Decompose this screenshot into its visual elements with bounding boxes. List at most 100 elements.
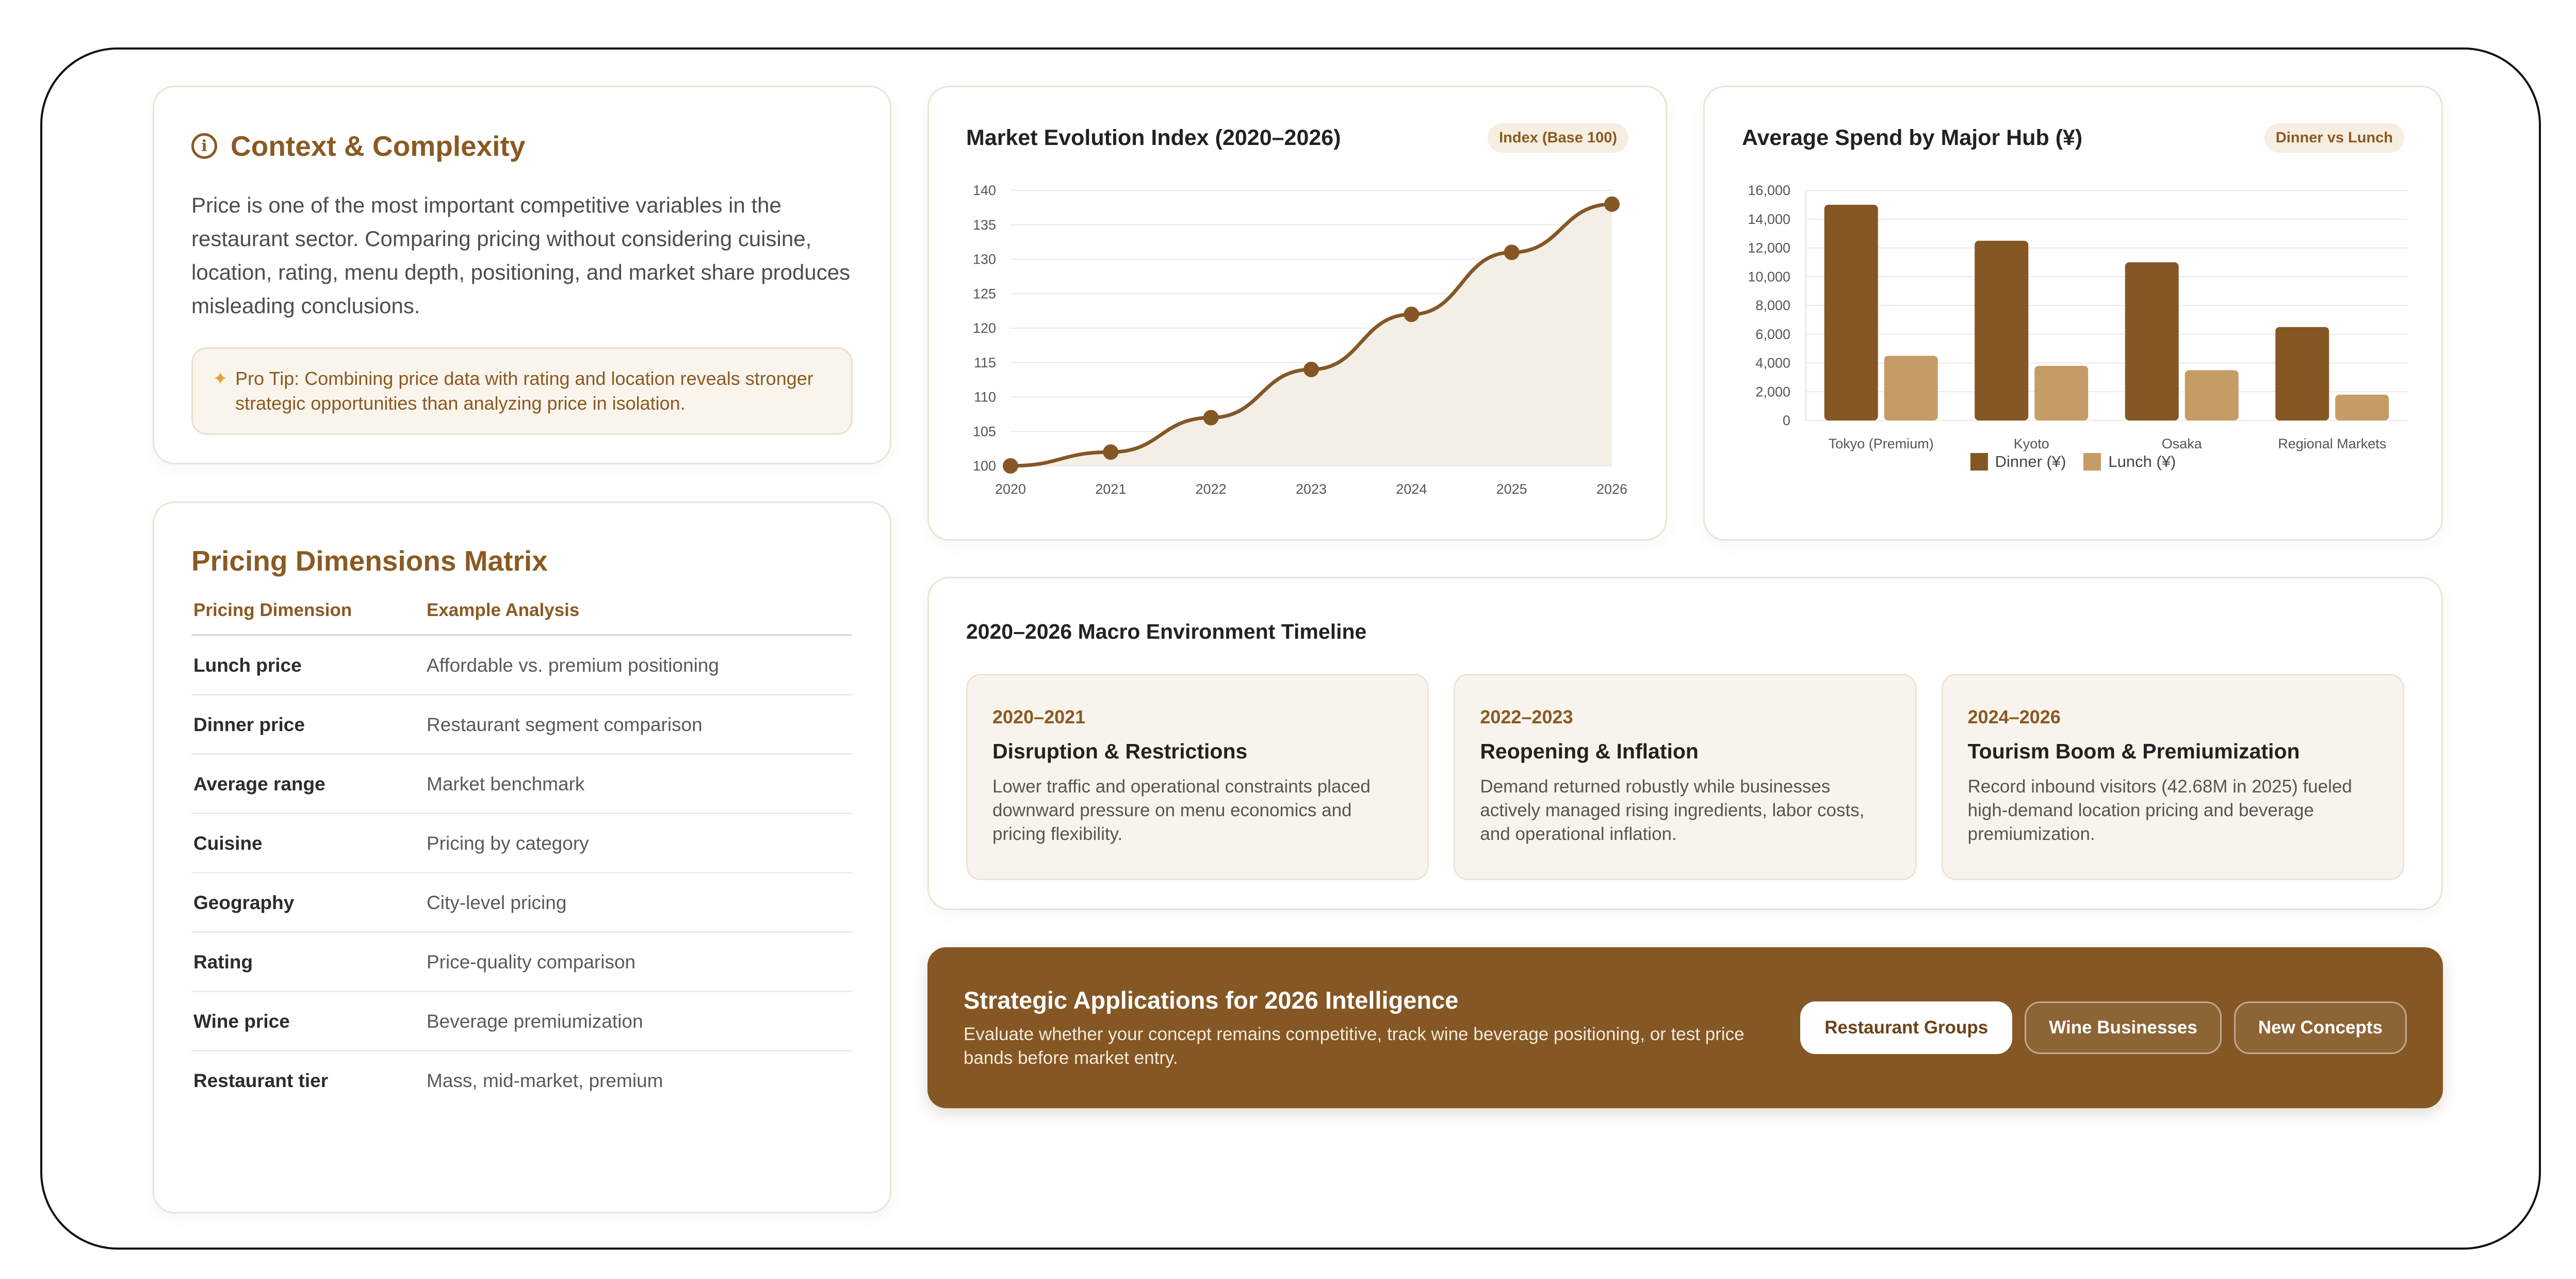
dimension-cell: Lunch price (191, 635, 425, 695)
analysis-cell: Affordable vs. premium positioning (425, 635, 853, 695)
legend-label-dinner: Dinner (¥) (1995, 452, 2066, 471)
restaurant-groups-button[interactable]: Restaurant Groups (1800, 1001, 2013, 1054)
x-tick-label: Kyoto (2014, 436, 2049, 451)
legend-swatch-lunch (2083, 453, 2101, 471)
bar (2184, 370, 2239, 420)
timeline-heading: Tourism Boom & Premiumization (1967, 739, 2300, 763)
timeline-years: 2022–2023 (1480, 706, 1573, 727)
y-tick-label: 130 (973, 252, 996, 267)
bar (2275, 327, 2329, 420)
dimension-cell: Restaurant tier (193, 1070, 329, 1091)
context-card: i Context & Complexity Price is one of t… (153, 86, 891, 464)
bar (2335, 394, 2389, 420)
bar (1975, 240, 2029, 420)
timeline-item: 2022–2023 Reopening & Inflation Demand r… (1454, 674, 1917, 880)
x-tick-label: 2026 (1596, 481, 1627, 497)
wine-businesses-button[interactable]: Wine Businesses (2025, 1001, 2222, 1054)
analysis-cell: Market benchmark (425, 754, 853, 814)
analysis-cell: Pricing by category (425, 813, 853, 873)
legend-label-lunch: Lunch (¥) (2108, 452, 2176, 471)
new-concepts-button[interactable]: New Concepts (2233, 1001, 2407, 1054)
x-tick-label: 2021 (1095, 481, 1126, 497)
dimension-cell: Average range (191, 754, 425, 814)
timeline-years: 2020–2021 (992, 706, 1086, 727)
average-spend-card: Average Spend by Major Hub (¥) Dinner vs… (1703, 86, 2443, 541)
y-tick-label: 6,000 (1755, 327, 1790, 342)
timeline-row: 2020–2021 Disruption & Restrictions Lowe… (966, 674, 2404, 880)
y-tick-label: 0 (1783, 413, 1790, 428)
average-spend-chart: 0 2,000 4,000 6,000 8,000 10,000 12,000 14,000 1… (1748, 183, 2407, 451)
y-tick-label: 14,000 (1748, 212, 1790, 227)
x-tick-label: Tokyo (Premium) (1829, 436, 1934, 451)
table-row: Cuisine Pricing by category (191, 813, 853, 873)
analysis-cell: City-level pricing (425, 872, 853, 933)
data-point (1604, 196, 1620, 212)
data-point (1504, 245, 1520, 261)
pricing-matrix-table: Pricing Dimension Example Analysis Lunch… (191, 600, 853, 1109)
y-tick-label: 120 (973, 320, 996, 336)
table-row: Wine price Beverage premiumization (191, 991, 853, 1051)
bar (1824, 204, 1878, 420)
analysis-cell: Price-quality comparison (425, 932, 853, 992)
y-tick-label: 135 (973, 217, 996, 233)
y-tick-label: 110 (974, 390, 996, 405)
context-title: Context & Complexity (231, 130, 526, 162)
y-tick-label: 100 (973, 458, 996, 474)
bar (2125, 262, 2179, 420)
legend-item-dinner[interactable]: Dinner (¥) (1970, 452, 2066, 471)
context-text: Price is one of the most important compe… (191, 193, 851, 318)
strategic-applications-banner: Strategic Applications for 2026 Intellig… (927, 947, 2443, 1108)
x-tick-label: 2025 (1496, 481, 1527, 497)
y-tick-label: 10,000 (1748, 269, 1790, 284)
timeline-item: 2020–2021 Disruption & Restrictions Lowe… (966, 674, 1429, 880)
y-tick-label: 12,000 (1748, 240, 1790, 256)
table-row: Lunch price Affordable vs. premium positi… (191, 635, 853, 695)
timeline-description: Record inbound visitors (42.68M in 2025)… (1967, 776, 2352, 844)
x-tick-label: Osaka (2162, 436, 2203, 451)
table-row: Dinner price Restaurant segment compariso… (191, 694, 853, 755)
timeline-description: Lower traffic and operational constraint… (992, 776, 1371, 844)
analysis-cell: Mass, mid-market, premium (427, 1070, 663, 1091)
table-row: Geography City-level pricing (191, 872, 853, 933)
pro-tip-text: Pro Tip: Combining price data with ratin… (235, 368, 813, 414)
dimension-cell: Dinner price (191, 694, 425, 755)
table-row: Rating Price-quality comparison (191, 932, 853, 992)
y-tick-label: 105 (973, 424, 996, 439)
market-evolution-card: Market Evolution Index (2020–2026) Index… (927, 86, 1667, 541)
timeline-heading: Disruption & Restrictions (992, 739, 1248, 763)
dimension-cell: Cuisine (191, 813, 425, 873)
strategic-description: Evaluate whether your concept remains co… (964, 1024, 1744, 1068)
y-tick-label: 140 (973, 183, 996, 198)
column-header-analysis: Example Analysis (425, 600, 853, 636)
legend-item-lunch[interactable]: Lunch (¥) (2083, 452, 2176, 471)
y-tick-label: 125 (973, 286, 996, 301)
y-tick-label: 8,000 (1755, 298, 1790, 313)
timeline-title: 2020–2026 Macro Environment Timeline (966, 620, 1367, 643)
data-point (1103, 444, 1119, 460)
analysis-cell: Restaurant segment comparison (425, 694, 853, 755)
data-point (1003, 458, 1018, 474)
market-evolution-chart: 100 105 110 115 120 125 130 135 140 2020 2021 2022 2… (973, 183, 1627, 497)
x-tick-label: 2024 (1396, 481, 1427, 497)
timeline-description: Demand returned robustly while businesse… (1480, 776, 1865, 844)
bar (1884, 355, 1938, 420)
x-tick-label: 2020 (995, 481, 1026, 497)
bar-chart-legend: Dinner (¥) Lunch (¥) (1705, 452, 2441, 471)
matrix-title: Pricing Dimensions Matrix (191, 545, 548, 577)
x-tick-label: Regional Markets (2278, 436, 2386, 451)
x-tick-label: 2023 (1296, 481, 1327, 497)
x-tick-label: 2022 (1196, 481, 1227, 497)
dimension-cell: Rating (191, 932, 425, 992)
data-point (1203, 410, 1219, 426)
context-header: i Context & Complexity (191, 129, 853, 163)
table-row: Restaurant tier Mass, mid-market, premium (191, 1051, 853, 1110)
sparkle-icon: ✦ (213, 368, 229, 389)
table-row: Average range Market benchmark (191, 754, 853, 814)
strategic-text-block: Strategic Applications for 2026 Intellig… (964, 986, 1768, 1070)
timeline-heading: Reopening & Inflation (1480, 739, 1699, 763)
legend-swatch-dinner (1970, 453, 1988, 471)
strategic-buttons: Restaurant Groups Wine Businesses New Co… (1800, 1001, 2407, 1054)
timeline-years: 2024–2026 (1967, 706, 2061, 727)
y-tick-label: 115 (974, 355, 996, 370)
analysis-cell: Beverage premiumization (425, 991, 853, 1051)
